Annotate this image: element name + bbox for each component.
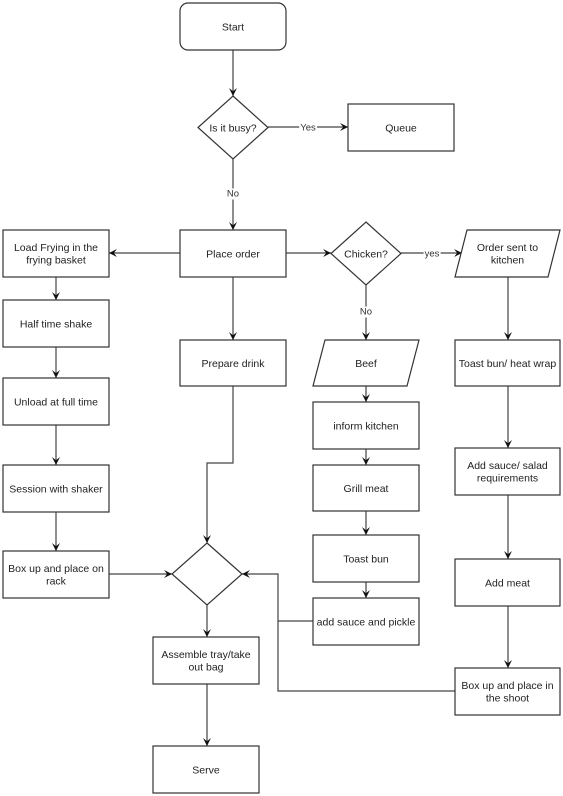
node-label: Queue — [385, 122, 417, 134]
node-label: rack — [46, 576, 67, 588]
edge-place_order-to-chicken — [286, 249, 331, 257]
node-label: Session with shaker — [9, 483, 103, 495]
node-label: frying basket — [26, 255, 86, 267]
node-label: Chicken? — [344, 248, 388, 260]
node-label: Toast bun — [343, 553, 389, 565]
node-session[interactable]: Session with shaker — [2, 464, 110, 513]
node-label: requirements — [477, 473, 538, 485]
node-label: Box up and place on — [8, 563, 104, 575]
edge-label: No — [360, 307, 372, 318]
node-label: add sauce and pickle — [317, 616, 416, 628]
node-label: Beef — [355, 358, 377, 370]
node-label: inform kitchen — [333, 420, 399, 432]
node-busy[interactable]: Is it busy? — [197, 95, 269, 160]
nodes-layer: Start Is it busy? Queue Place order Load Fry… — [2, 2, 561, 794]
edge-assemble-to-serve — [203, 684, 211, 746]
node-label: Unload at full time — [14, 396, 98, 408]
edge-merge-to-assemble — [203, 605, 211, 637]
node-half-time[interactable]: Half time shake — [2, 299, 110, 348]
node-prepare-drink[interactable]: Prepare drink — [179, 339, 287, 387]
node-box-rack[interactable]: Box up and place onrack — [2, 550, 110, 599]
edge-half_time-to-unload — [52, 347, 60, 378]
node-assemble[interactable]: Assemble tray/takeout bag — [152, 636, 260, 685]
edges-layer — [52, 50, 512, 746]
edge-inform_kitchen-to-grill — [362, 449, 370, 465]
node-label: Load Frying in the — [14, 242, 98, 254]
edge-add_meat-to-box_shoot — [504, 606, 512, 668]
edge-place_order-to-prepare_drink — [229, 277, 237, 340]
node-place-order[interactable]: Place order — [179, 229, 287, 278]
edge-label: yes — [425, 249, 440, 260]
edge-session-to-box_rack — [52, 512, 60, 551]
edge-label: Yes — [300, 123, 316, 134]
node-label: Half time shake — [20, 318, 93, 330]
node-label: Order sent to — [477, 242, 538, 254]
edge-start-to-busy — [229, 50, 237, 96]
node-label: Box up and place in — [461, 680, 553, 692]
node-start[interactable]: Start — [179, 2, 287, 51]
edge-add_sauce_salad-to-add_meat — [504, 495, 512, 559]
node-label: Serve — [192, 764, 220, 776]
edge-sauce_pickle-to-merge — [242, 570, 313, 622]
node-toast-wrap[interactable]: Toast bun/ heat wrap — [454, 339, 561, 387]
edge-beef-to-inform_kitchen — [362, 386, 370, 402]
node-add-sauce-salad[interactable]: Add sauce/ saladrequirements — [454, 447, 561, 496]
edge-order_sent-to-toast_wrap — [504, 277, 512, 340]
node-order-sent[interactable]: Order sent tokitchen — [454, 229, 561, 278]
node-grill[interactable]: Grill meat — [312, 464, 420, 512]
edge-box_rack-to-merge — [109, 570, 172, 578]
edge-place_order-to-load_frying — [109, 249, 180, 257]
node-label: Start — [222, 21, 244, 33]
node-label: Toast bun/ heat wrap — [459, 358, 557, 370]
edge-toast_bun-to-sauce_pickle — [362, 582, 370, 598]
node-label: the shoot — [486, 693, 529, 705]
node-merge[interactable] — [171, 542, 243, 606]
node-chicken[interactable]: Chicken? — [330, 221, 402, 286]
node-beef[interactable]: Beef — [312, 339, 420, 387]
edge-prepare_drink-to-merge — [203, 386, 234, 543]
edge-load_frying-to-half_time — [52, 277, 60, 300]
node-label: Assemble tray/take — [161, 649, 250, 661]
node-sauce-pickle[interactable]: add sauce and pickle — [312, 597, 420, 646]
connector-line — [206, 386, 234, 543]
node-inform-kitchen[interactable]: inform kitchen — [312, 401, 420, 450]
node-add-meat[interactable]: Add meat — [454, 558, 561, 607]
node-label: out bag — [188, 662, 223, 674]
node-label: Place order — [206, 248, 260, 260]
edge-toast_wrap-to-add_sauce_salad — [504, 386, 512, 448]
edge-label: No — [227, 189, 239, 200]
node-box-shoot[interactable]: Box up and place inthe shoot — [454, 667, 561, 716]
node-queue[interactable]: Queue — [347, 103, 455, 152]
node-label: Is it busy? — [209, 122, 256, 134]
node-label: Prepare drink — [201, 358, 265, 370]
node-toast-bun[interactable]: Toast bun — [312, 534, 420, 583]
node-load-frying[interactable]: Load Frying in thefrying basket — [2, 229, 110, 278]
connector-line — [242, 573, 313, 622]
edge-grill-to-toast_bun — [362, 511, 370, 535]
node-label: kitchen — [491, 255, 524, 267]
decision-diamond — [171, 542, 243, 606]
node-label: Grill meat — [344, 483, 389, 495]
edge-unload-to-session — [52, 425, 60, 465]
flowchart-canvas: Start Is it busy? Queue Place order Load Fry… — [2, 2, 561, 794]
node-label: Add sauce/ salad — [467, 460, 548, 472]
node-unload[interactable]: Unload at full time — [2, 377, 110, 426]
node-serve[interactable]: Serve — [152, 745, 260, 794]
edge-labels-layer: Yes No yes No — [225, 122, 441, 318]
node-label: Add meat — [485, 577, 530, 589]
